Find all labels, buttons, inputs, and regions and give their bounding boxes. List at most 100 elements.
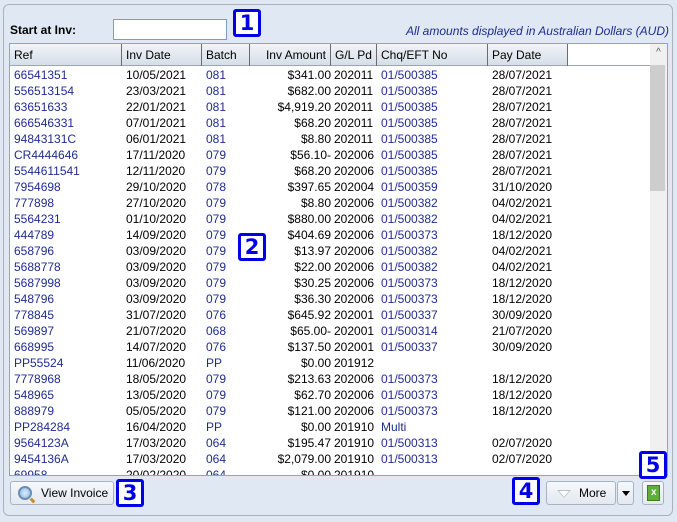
cell-ref[interactable]: 548796 bbox=[10, 291, 122, 307]
table-row[interactable]: 548796 03/09/2020 079 $36.30 202006 01/500373… bbox=[10, 291, 651, 307]
cell-chq-eft-no[interactable]: 01/500373 bbox=[377, 275, 488, 291]
table-row[interactable]: 69958 20/02/2020 064 $0.00 201910 bbox=[10, 467, 651, 475]
cell-batch[interactable]: 081 bbox=[202, 115, 250, 131]
table-row[interactable]: 66541351 10/05/2021 081 $341.00 202011 01/500… bbox=[10, 67, 651, 83]
start-at-inv-input[interactable] bbox=[113, 19, 227, 40]
cell-chq-eft-no[interactable]: 01/500314 bbox=[377, 323, 488, 339]
cell-chq-eft-no[interactable]: 01/500313 bbox=[377, 435, 488, 451]
cell-ref[interactable]: 66541351 bbox=[10, 67, 122, 83]
cell-batch[interactable]: 078 bbox=[202, 179, 250, 195]
cell-batch[interactable]: 064 bbox=[202, 467, 250, 475]
column-header-gl-pd[interactable]: G/L Pd bbox=[331, 44, 377, 66]
cell-chq-eft-no[interactable]: 01/500385 bbox=[377, 115, 488, 131]
cell-chq-eft-no[interactable]: 01/500382 bbox=[377, 259, 488, 275]
cell-batch[interactable]: 079 bbox=[202, 163, 250, 179]
cell-ref[interactable]: 777898 bbox=[10, 195, 122, 211]
cell-ref[interactable]: 778845 bbox=[10, 307, 122, 323]
column-header-pay-date[interactable]: Pay Date bbox=[488, 44, 568, 66]
cell-chq-eft-no[interactable]: 01/500385 bbox=[377, 147, 488, 163]
cell-batch[interactable]: 079 bbox=[202, 211, 250, 227]
cell-ref[interactable]: 556513154 bbox=[10, 83, 122, 99]
more-dropdown-button[interactable] bbox=[617, 481, 634, 505]
cell-ref[interactable]: 9454136A bbox=[10, 451, 122, 467]
scroll-thumb[interactable] bbox=[650, 65, 665, 191]
cell-batch[interactable]: 081 bbox=[202, 131, 250, 147]
cell-ref[interactable]: 94843131C bbox=[10, 131, 122, 147]
cell-batch[interactable]: 079 bbox=[202, 147, 250, 163]
cell-ref[interactable]: 548965 bbox=[10, 387, 122, 403]
cell-chq-eft-no[interactable]: 01/500385 bbox=[377, 131, 488, 147]
table-row[interactable]: PP55524 11/06/2020 PP $0.00 201912 bbox=[10, 355, 651, 371]
cell-ref[interactable]: PP284284 bbox=[10, 419, 122, 435]
vertical-scrollbar[interactable]: ^ bbox=[650, 44, 667, 475]
cell-batch[interactable]: 081 bbox=[202, 83, 250, 99]
table-row[interactable]: 5544611541 12/11/2020 079 $68.20 202006 01/50… bbox=[10, 163, 651, 179]
cell-chq-eft-no[interactable]: 01/500385 bbox=[377, 99, 488, 115]
table-row[interactable]: PP284284 16/04/2020 PP $0.00 201910 Multi bbox=[10, 419, 651, 435]
cell-batch[interactable]: 079 bbox=[202, 259, 250, 275]
cell-batch[interactable]: 079 bbox=[202, 387, 250, 403]
cell-batch[interactable]: 068 bbox=[202, 323, 250, 339]
cell-batch[interactable]: 064 bbox=[202, 451, 250, 467]
cell-chq-eft-no[interactable]: Multi bbox=[377, 419, 488, 435]
column-header-inv-date[interactable]: Inv Date bbox=[122, 44, 202, 66]
cell-chq-eft-no[interactable]: 01/500382 bbox=[377, 243, 488, 259]
table-row[interactable]: CR4444646 17/11/2020 079 $56.10- 202006 01/50… bbox=[10, 147, 651, 163]
table-row[interactable]: 658796 03/09/2020 079 $13.97 202006 01/500382… bbox=[10, 243, 651, 259]
cell-batch[interactable]: 076 bbox=[202, 339, 250, 355]
table-row[interactable]: 7778968 18/05/2020 079 $213.63 202006 01/5003… bbox=[10, 371, 651, 387]
table-row[interactable]: 94843131C 06/01/2021 081 $8.80 202011 01/5003… bbox=[10, 131, 651, 147]
cell-chq-eft-no[interactable]: 01/500385 bbox=[377, 83, 488, 99]
cell-chq-eft-no[interactable]: 01/500337 bbox=[377, 339, 488, 355]
column-header-batch[interactable]: Batch bbox=[202, 44, 250, 66]
scroll-up-icon[interactable]: ^ bbox=[650, 44, 667, 61]
export-excel-button[interactable] bbox=[642, 481, 664, 505]
column-header-chq-eft-no[interactable]: Chq/EFT No bbox=[377, 44, 488, 66]
cell-batch[interactable]: 079 bbox=[202, 371, 250, 387]
table-row[interactable]: 888979 05/05/2020 079 $121.00 202006 01/50037… bbox=[10, 403, 651, 419]
table-row[interactable]: 5564231 01/10/2020 079 $880.00 202006 01/5003… bbox=[10, 211, 651, 227]
cell-batch[interactable]: PP bbox=[202, 419, 250, 435]
cell-ref[interactable]: 7954698 bbox=[10, 179, 122, 195]
table-row[interactable]: 569897 21/07/2020 068 $65.00- 202001 01/50031… bbox=[10, 323, 651, 339]
cell-batch[interactable]: 081 bbox=[202, 99, 250, 115]
cell-chq-eft-no[interactable]: 01/500337 bbox=[377, 307, 488, 323]
table-row[interactable]: 5688778 03/09/2020 079 $22.00 202006 01/50038… bbox=[10, 259, 651, 275]
cell-chq-eft-no[interactable]: 01/500382 bbox=[377, 211, 488, 227]
cell-chq-eft-no[interactable]: 01/500359 bbox=[377, 179, 488, 195]
cell-ref[interactable]: 63651633 bbox=[10, 99, 122, 115]
cell-chq-eft-no[interactable]: 01/500382 bbox=[377, 195, 488, 211]
cell-ref[interactable]: 5544611541 bbox=[10, 163, 122, 179]
cell-batch[interactable]: 079 bbox=[202, 403, 250, 419]
cell-chq-eft-no[interactable]: 01/500313 bbox=[377, 451, 488, 467]
cell-ref[interactable]: 666546331 bbox=[10, 115, 122, 131]
table-row[interactable]: 9564123A 17/03/2020 064 $195.47 201910 01/500… bbox=[10, 435, 651, 451]
cell-ref[interactable]: 5687998 bbox=[10, 275, 122, 291]
column-header-inv-amount[interactable]: Inv Amount bbox=[250, 44, 331, 66]
table-row[interactable]: 9454136A 17/03/2020 064 $2,079.00 201910 01/5… bbox=[10, 451, 651, 467]
table-row[interactable]: 666546331 07/01/2021 081 $68.20 202011 01/500… bbox=[10, 115, 651, 131]
table-row[interactable]: 548965 13/05/2020 079 $62.70 202006 01/500373… bbox=[10, 387, 651, 403]
cell-ref[interactable]: CR4444646 bbox=[10, 147, 122, 163]
cell-batch[interactable]: 081 bbox=[202, 67, 250, 83]
cell-batch[interactable]: 076 bbox=[202, 307, 250, 323]
cell-batch[interactable]: 079 bbox=[202, 291, 250, 307]
table-row[interactable]: 556513154 23/03/2021 081 $682.00 202011 01/50… bbox=[10, 83, 651, 99]
cell-batch[interactable]: 079 bbox=[202, 275, 250, 291]
more-button[interactable]: More bbox=[546, 481, 616, 505]
table-row[interactable]: 668995 14/07/2020 076 $137.50 202001 01/50033… bbox=[10, 339, 651, 355]
table-row[interactable]: 778845 31/07/2020 076 $645.92 202001 01/50033… bbox=[10, 307, 651, 323]
cell-chq-eft-no[interactable] bbox=[377, 355, 488, 371]
cell-chq-eft-no[interactable]: 01/500385 bbox=[377, 163, 488, 179]
cell-chq-eft-no[interactable] bbox=[377, 467, 488, 475]
cell-chq-eft-no[interactable]: 01/500373 bbox=[377, 403, 488, 419]
view-invoice-button[interactable]: View Invoice bbox=[10, 481, 114, 505]
cell-chq-eft-no[interactable]: 01/500373 bbox=[377, 291, 488, 307]
cell-ref[interactable]: 9564123A bbox=[10, 435, 122, 451]
cell-ref[interactable]: 5564231 bbox=[10, 211, 122, 227]
cell-ref[interactable]: 888979 bbox=[10, 403, 122, 419]
table-row[interactable]: 444789 14/09/2020 079 $404.69 202006 01/50037… bbox=[10, 227, 651, 243]
cell-ref[interactable]: 569897 bbox=[10, 323, 122, 339]
table-row[interactable]: 7954698 29/10/2020 078 $397.65 202004 01/5003… bbox=[10, 179, 651, 195]
cell-ref[interactable]: 444789 bbox=[10, 227, 122, 243]
